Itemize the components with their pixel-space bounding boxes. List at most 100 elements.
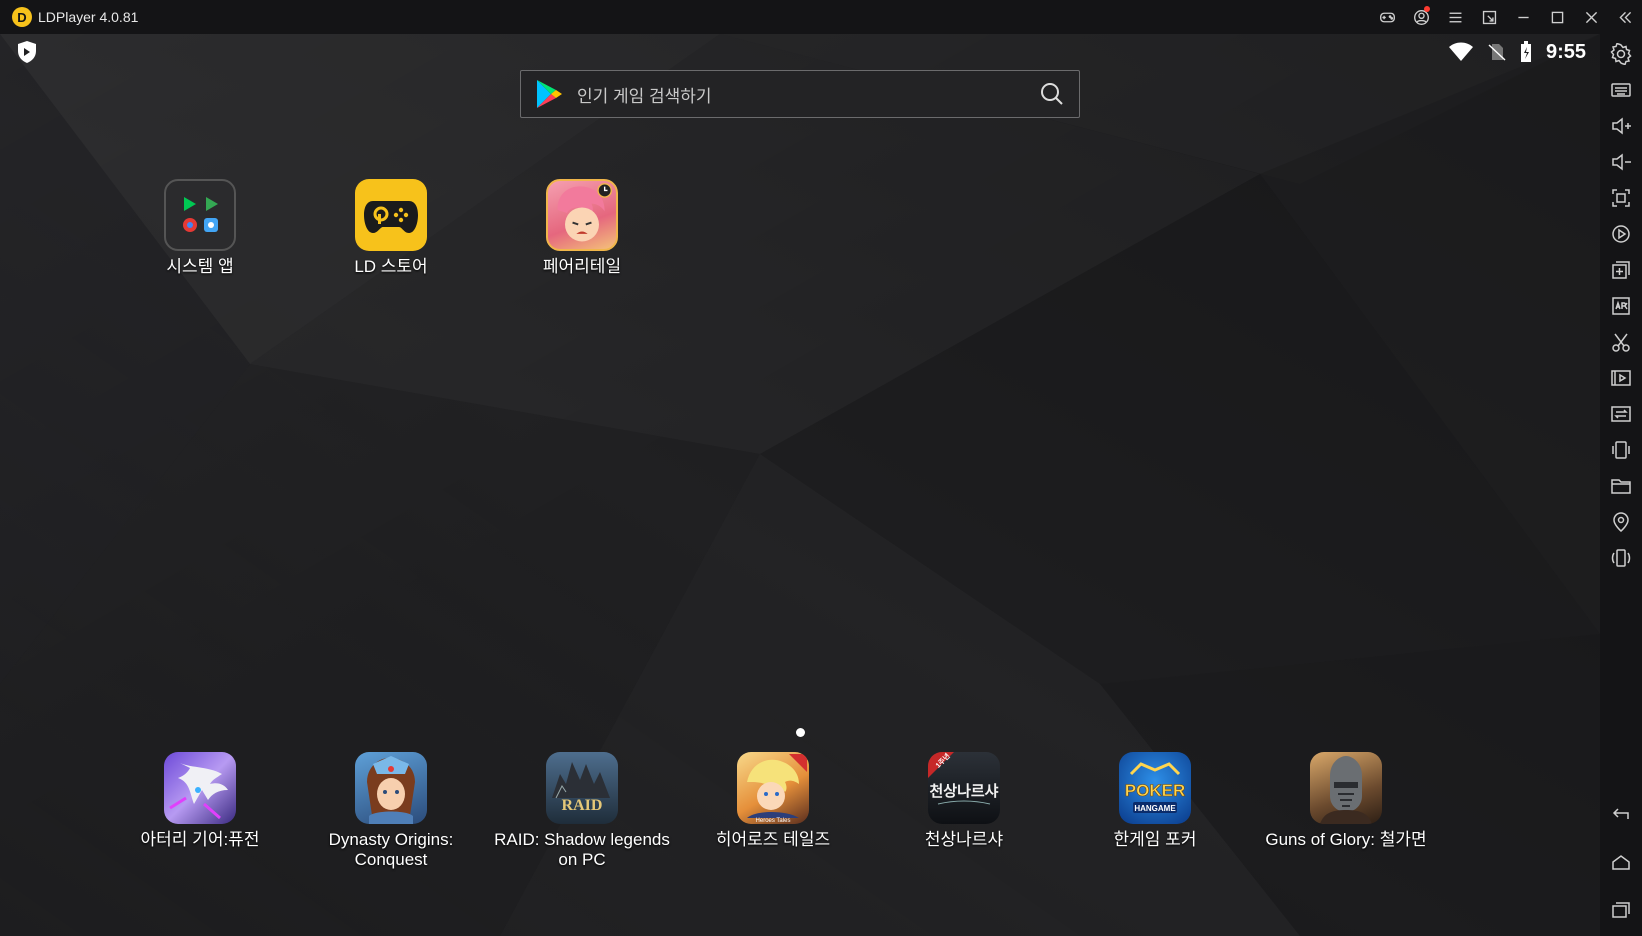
collapse-sidebar-button[interactable] [1608, 0, 1642, 34]
record-icon [1612, 225, 1630, 243]
right-toolbar [1600, 34, 1642, 936]
restore-screen-button[interactable] [1472, 0, 1506, 34]
back-icon [1612, 808, 1629, 819]
recent-apps-icon [1612, 902, 1630, 918]
ldplayer-logo-icon: D [12, 7, 32, 27]
dynasty-origins-icon [355, 752, 427, 824]
app-label: 아터리 기어:퓨전 [140, 830, 260, 849]
maximize-button[interactable] [1540, 0, 1574, 34]
heroes-tales-icon: Heroes Tales [737, 752, 809, 824]
ld-store-icon [355, 179, 427, 251]
notification-dot [1424, 6, 1430, 12]
record-button[interactable] [1600, 216, 1642, 252]
video-button[interactable] [1600, 360, 1642, 396]
gamepad-icon [1379, 12, 1395, 22]
app-label: 시스템 앱 [166, 257, 234, 276]
raid-logo-text: RAID [562, 797, 603, 814]
search-icon[interactable] [1039, 81, 1065, 107]
maximize-icon [1551, 11, 1563, 23]
account-button[interactable] [1404, 0, 1438, 34]
status-time: 9:55 [1545, 40, 1586, 63]
collapse-sidebar-icon [1618, 11, 1631, 23]
raid-icon: RAID [546, 752, 618, 824]
volume-up-button[interactable] [1600, 108, 1642, 144]
volume-down-icon [1612, 153, 1631, 171]
folder-icon [1611, 479, 1631, 494]
folder-button[interactable] [1600, 468, 1642, 504]
settings-icon [1610, 43, 1632, 65]
menu-button[interactable] [1438, 0, 1472, 34]
minimize-icon [1517, 16, 1529, 18]
heroes-tales-logo-text: Heroes Tales [756, 818, 791, 824]
close-button[interactable] [1574, 0, 1608, 34]
poker-logo-text: POKER [1125, 781, 1185, 800]
multi-instance-icon [1612, 261, 1630, 279]
dock-app-guns-of-glory[interactable]: Guns of Glory: 철가면 [1251, 752, 1441, 850]
android-screen[interactable]: 9:55 인기 게임 검색하기 시스템 앱 LD 스토어 페어리테일 아터리 기… [0, 34, 1600, 936]
rotate-button[interactable] [1600, 540, 1642, 576]
volume-up-icon [1612, 117, 1631, 135]
back-button[interactable] [1600, 796, 1642, 832]
menu-icon [1449, 12, 1461, 22]
hangame-logo-text: HANGAME [1134, 804, 1176, 813]
dock-app-artery-gear[interactable]: 아터리 기어:퓨전 [105, 752, 295, 850]
page-indicator-dot [796, 728, 805, 737]
location-icon [1613, 512, 1629, 532]
app-label: 한게임 포커 [1113, 830, 1197, 849]
home-icon [1612, 855, 1630, 870]
window-title: LDPlayer 4.0.81 [38, 9, 139, 25]
android-nav [1600, 796, 1642, 928]
close-icon [1585, 11, 1597, 23]
search-input[interactable]: 인기 게임 검색하기 [577, 82, 1039, 107]
google-play-icon [537, 80, 562, 108]
title-actions [1370, 0, 1642, 34]
apk-install-icon [1612, 297, 1630, 315]
dock-app-raid[interactable]: RAID RAID: Shadow legends on PC [487, 752, 677, 870]
fairy-tail-icon [546, 179, 618, 251]
multi-instance-button[interactable] [1600, 252, 1642, 288]
sync-icon [1611, 406, 1631, 422]
video-icon [1611, 370, 1631, 386]
recent-apps-button[interactable] [1600, 892, 1642, 928]
guns-of-glory-icon [1310, 752, 1382, 824]
scissors-button[interactable] [1600, 324, 1642, 360]
home-button[interactable] [1600, 844, 1642, 880]
sync-button[interactable] [1600, 396, 1642, 432]
keyboard-icon [1611, 83, 1631, 97]
status-bar: 9:55 [1448, 38, 1586, 66]
screenshot-button[interactable] [1600, 180, 1642, 216]
app-ld-store[interactable]: LD 스토어 [296, 179, 486, 277]
dock-app-hangame-poker[interactable]: POKER HANGAME 한게임 포커 [1060, 752, 1250, 850]
gamepad-button[interactable] [1370, 0, 1404, 34]
dock-app-heroes-tales[interactable]: Heroes Tales 히어로즈 테일즈 [678, 752, 868, 850]
app-label: 히어로즈 테일즈 [715, 830, 831, 849]
battery-charging-icon [1520, 41, 1531, 62]
app-fairy-tail[interactable]: 페어리테일 [487, 179, 677, 277]
scissors-icon [1612, 333, 1630, 352]
dock-app-dynasty-origins[interactable]: Dynasty Origins: Conquest [296, 752, 486, 870]
rotate-icon [1611, 549, 1631, 567]
wifi-icon [1448, 42, 1473, 61]
dock-app-cheonsang[interactable]: 1주년 천상나르샤 천상나르샤 [869, 752, 1059, 850]
restore-screen-icon [1482, 10, 1496, 24]
app-system-apps[interactable]: 시스템 앱 [105, 179, 295, 277]
keyboard-button[interactable] [1600, 72, 1642, 108]
volume-down-button[interactable] [1600, 144, 1642, 180]
settings-button[interactable] [1600, 36, 1642, 72]
app-label: Guns of Glory: 철가면 [1265, 830, 1427, 849]
location-button[interactable] [1600, 504, 1642, 540]
artery-gear-icon [164, 752, 236, 824]
shake-icon [1612, 441, 1630, 459]
shield-icon[interactable] [16, 40, 38, 64]
title-bar: D LDPlayer 4.0.81 [0, 0, 1642, 34]
cheonsang-icon: 1주년 천상나르샤 [928, 752, 1000, 824]
app-label: 천상나르샤 [924, 830, 1004, 849]
app-label: 페어리테일 [542, 257, 622, 276]
minimize-button[interactable] [1506, 0, 1540, 34]
hangame-poker-icon: POKER HANGAME [1119, 752, 1191, 824]
shake-button[interactable] [1600, 432, 1642, 468]
cheonsang-logo-text: 천상나르샤 [929, 782, 998, 800]
app-label: Dynasty Origins: Conquest [328, 830, 454, 869]
search-bar[interactable]: 인기 게임 검색하기 [520, 70, 1080, 118]
apk-install-button[interactable] [1600, 288, 1642, 324]
